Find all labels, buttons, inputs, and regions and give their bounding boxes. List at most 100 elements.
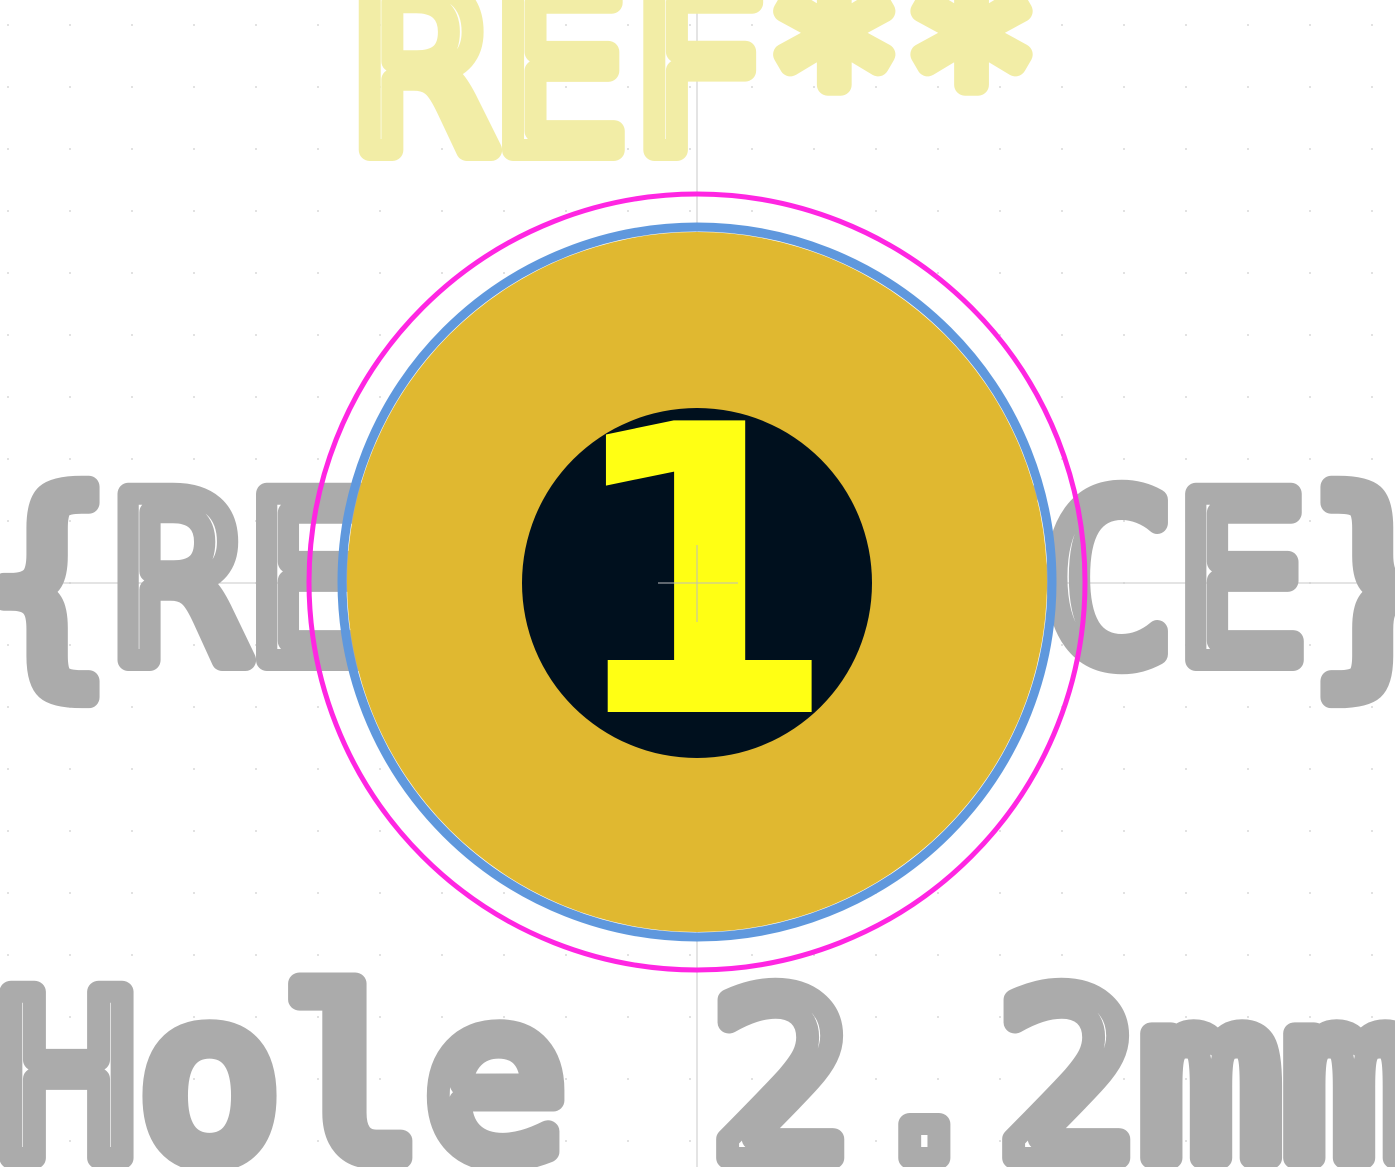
grid-dot [7, 892, 9, 894]
grid-dot [1371, 210, 1373, 212]
grid-dot [1185, 272, 1187, 274]
grid-dot [131, 768, 133, 770]
grid-dot [1185, 148, 1187, 150]
grid-dot [1185, 334, 1187, 336]
grid-dot [1123, 86, 1125, 88]
grid-dot [131, 272, 133, 274]
grid-dot [193, 148, 195, 150]
grid-dot [1371, 86, 1373, 88]
grid-dot [441, 210, 443, 212]
grid-dot [255, 396, 257, 398]
grid-dot [69, 210, 71, 212]
grid-dot [1061, 210, 1063, 212]
grid-dot [1247, 272, 1249, 274]
grid-dot [1185, 830, 1187, 832]
grid-dot [7, 272, 9, 274]
grid-dot [193, 86, 195, 88]
grid-dot [131, 892, 133, 894]
grid-dot [1061, 830, 1063, 832]
grid-dot [69, 830, 71, 832]
grid-dot [7, 768, 9, 770]
grid-dot [1247, 830, 1249, 832]
grid-dot [999, 210, 1001, 212]
grid-dot [1123, 272, 1125, 274]
grid-dot [317, 210, 319, 212]
grid-dot [379, 830, 381, 832]
grid-dot [379, 334, 381, 336]
grid-dot [1371, 272, 1373, 274]
grid-dot [1185, 396, 1187, 398]
grid-dot [193, 892, 195, 894]
grid-dot [1309, 830, 1311, 832]
grid-dot [131, 334, 133, 336]
grid-dot [1123, 396, 1125, 398]
grid-dot [317, 148, 319, 150]
grid-dot [69, 272, 71, 274]
grid-dot [69, 148, 71, 150]
grid-dot [1123, 334, 1125, 336]
grid-dot [937, 272, 939, 274]
grid-dot [317, 768, 319, 770]
grid-dot [255, 768, 257, 770]
grid-dot [1247, 148, 1249, 150]
grid-dot [379, 892, 381, 894]
grid-dot [1247, 24, 1249, 26]
grid-dot [1061, 768, 1063, 770]
grid-dot [1309, 768, 1311, 770]
grid-dot [1061, 396, 1063, 398]
grid-dot [1371, 396, 1373, 398]
grid-dot [1123, 892, 1125, 894]
pcb-view: REF** {REFERENCE} Hole_2.2mm 1 [0, 0, 1395, 1167]
grid-dot [131, 830, 133, 832]
grid-dot [875, 210, 877, 212]
grid-dot [379, 210, 381, 212]
grid-dot [7, 86, 9, 88]
grid-dot [317, 830, 319, 832]
grid-dot [1309, 334, 1311, 336]
grid-dot [255, 148, 257, 150]
grid-dot [1123, 210, 1125, 212]
grid-dot [1371, 24, 1373, 26]
grid-dot [317, 892, 319, 894]
grid-dot [7, 148, 9, 150]
grid-dot [1061, 24, 1063, 26]
grid-dot [1247, 86, 1249, 88]
grid-dot [1185, 768, 1187, 770]
grid-dot [1061, 892, 1063, 894]
grid-dot [1309, 892, 1311, 894]
grid-dot [1371, 334, 1373, 336]
grid-dot [1309, 148, 1311, 150]
grid-dot [317, 24, 319, 26]
grid-dot [193, 272, 195, 274]
grid-dot [999, 830, 1001, 832]
grid-dot [1123, 24, 1125, 26]
grid-dot [999, 892, 1001, 894]
grid-dot [1371, 148, 1373, 150]
grid-dot [1061, 272, 1063, 274]
grid-dot [751, 210, 753, 212]
grid-dot [255, 892, 257, 894]
grid-dot [7, 396, 9, 398]
grid-dot [1185, 210, 1187, 212]
value-text: Hole_2.2mm [0, 946, 1395, 1167]
grid-dot [131, 24, 133, 26]
grid-dot [7, 334, 9, 336]
grid-dot [999, 272, 1001, 274]
grid-dot [1061, 334, 1063, 336]
grid-dot [69, 334, 71, 336]
grid-dot [255, 86, 257, 88]
grid-dot [1061, 86, 1063, 88]
grid-dot [1309, 86, 1311, 88]
grid-dot [379, 396, 381, 398]
grid-dot [1309, 24, 1311, 26]
grid-dot [937, 892, 939, 894]
grid-dot [1123, 768, 1125, 770]
grid-dot [1123, 830, 1125, 832]
grid-dot [937, 210, 939, 212]
grid-dot [379, 272, 381, 274]
grid-dot [131, 86, 133, 88]
grid-dot [193, 396, 195, 398]
grid-dot [255, 210, 257, 212]
grid-dot [1185, 892, 1187, 894]
grid-dot [69, 768, 71, 770]
